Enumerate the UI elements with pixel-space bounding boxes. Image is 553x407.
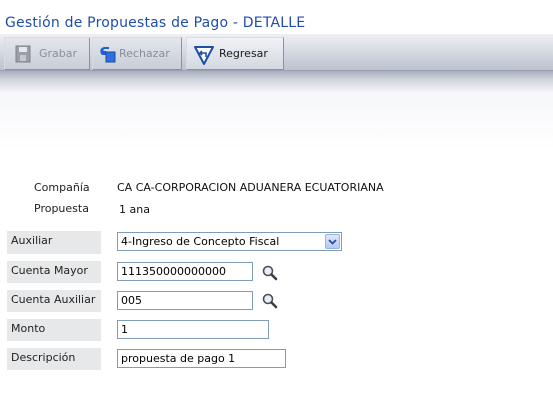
reject-button[interactable]: Rechazar xyxy=(92,37,182,70)
cuenta-auxiliar-field[interactable]: 005 xyxy=(117,291,253,310)
toolbar: Grabar Rechazar Regresar xyxy=(0,34,553,71)
chevron-down-icon[interactable] xyxy=(325,234,340,249)
return-button-label: Regresar xyxy=(219,47,268,60)
page-title: Gestión de Propuestas de Pago - DETALLE xyxy=(5,15,306,31)
save-button-label: Grabar xyxy=(39,47,78,60)
propuesta-label: Propuesta xyxy=(34,202,89,215)
cuenta-auxiliar-label: Cuenta Auxiliar xyxy=(7,290,101,312)
return-icon xyxy=(193,44,214,65)
cuenta-mayor-label: Cuenta Mayor xyxy=(7,261,101,283)
compania-label: Compañía xyxy=(34,181,90,194)
header-band xyxy=(0,71,553,91)
monto-field[interactable]: 1 xyxy=(117,320,269,339)
auxiliar-select[interactable]: 4-Ingreso de Concepto Fiscal xyxy=(117,232,342,251)
propuesta-value: 1 ana xyxy=(119,203,150,216)
save-icon xyxy=(13,44,33,64)
search-icon[interactable] xyxy=(261,292,279,310)
reject-button-label: Rechazar xyxy=(119,47,170,60)
monto-label: Monto xyxy=(7,319,101,341)
descripcion-label: Descripción xyxy=(7,348,101,370)
reject-icon xyxy=(97,44,117,64)
search-icon[interactable] xyxy=(261,264,279,282)
auxiliar-label: Auxiliar xyxy=(7,231,101,254)
descripcion-field[interactable]: propuesta de pago 1 xyxy=(117,349,286,368)
title-bar: Gestión de Propuestas de Pago - DETALLE xyxy=(0,0,553,34)
return-button[interactable]: Regresar xyxy=(186,37,284,70)
compania-value: CA CA-CORPORACION ADUANERA ECUATORIANA xyxy=(117,181,384,194)
cuenta-mayor-field[interactable]: 111350000000000 xyxy=(117,262,253,281)
save-button[interactable]: Grabar xyxy=(4,37,90,70)
auxiliar-selected-value: 4-Ingreso de Concepto Fiscal xyxy=(121,235,280,248)
